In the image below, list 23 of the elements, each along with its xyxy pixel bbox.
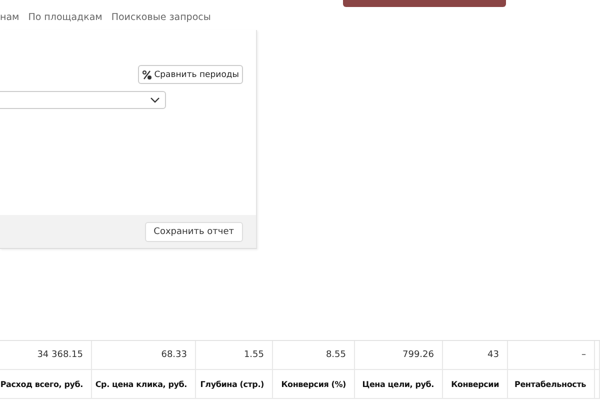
compare-periods-button[interactable]: Сравнить периоды <box>138 65 243 84</box>
column-header: Цена цели, руб. <box>355 370 443 399</box>
table-cell: 68.33 <box>92 341 196 370</box>
save-report-button[interactable]: Сохранить отчет <box>144 222 243 242</box>
chevron-down-icon <box>150 97 160 103</box>
column-header: Конверсия (%) <box>273 370 355 399</box>
percent-icon <box>142 70 152 80</box>
column-header: Рентабельность <box>508 370 595 399</box>
table-cell: 799.26 <box>355 341 443 370</box>
table-cell: 1.55 <box>196 341 273 370</box>
report-tab[interactable]: нам <box>0 12 20 23</box>
table-cell: 34 368.15 <box>0 341 92 370</box>
action-button[interactable] <box>343 0 506 7</box>
column-header: Конверсии <box>443 370 508 399</box>
table-cell: 43 <box>443 341 508 370</box>
table-cell: – <box>508 341 595 370</box>
report-tab[interactable]: Поисковые запросы <box>111 12 211 23</box>
column-header: Расход всего, руб. <box>0 370 92 399</box>
dropdown-field[interactable] <box>0 91 166 109</box>
report-tab[interactable]: По площадкам <box>28 12 102 23</box>
column-header: Ср. цена клика, руб. <box>92 370 196 399</box>
column-header: Глубина (стр.) <box>196 370 273 399</box>
table-cell: 8.55 <box>273 341 355 370</box>
